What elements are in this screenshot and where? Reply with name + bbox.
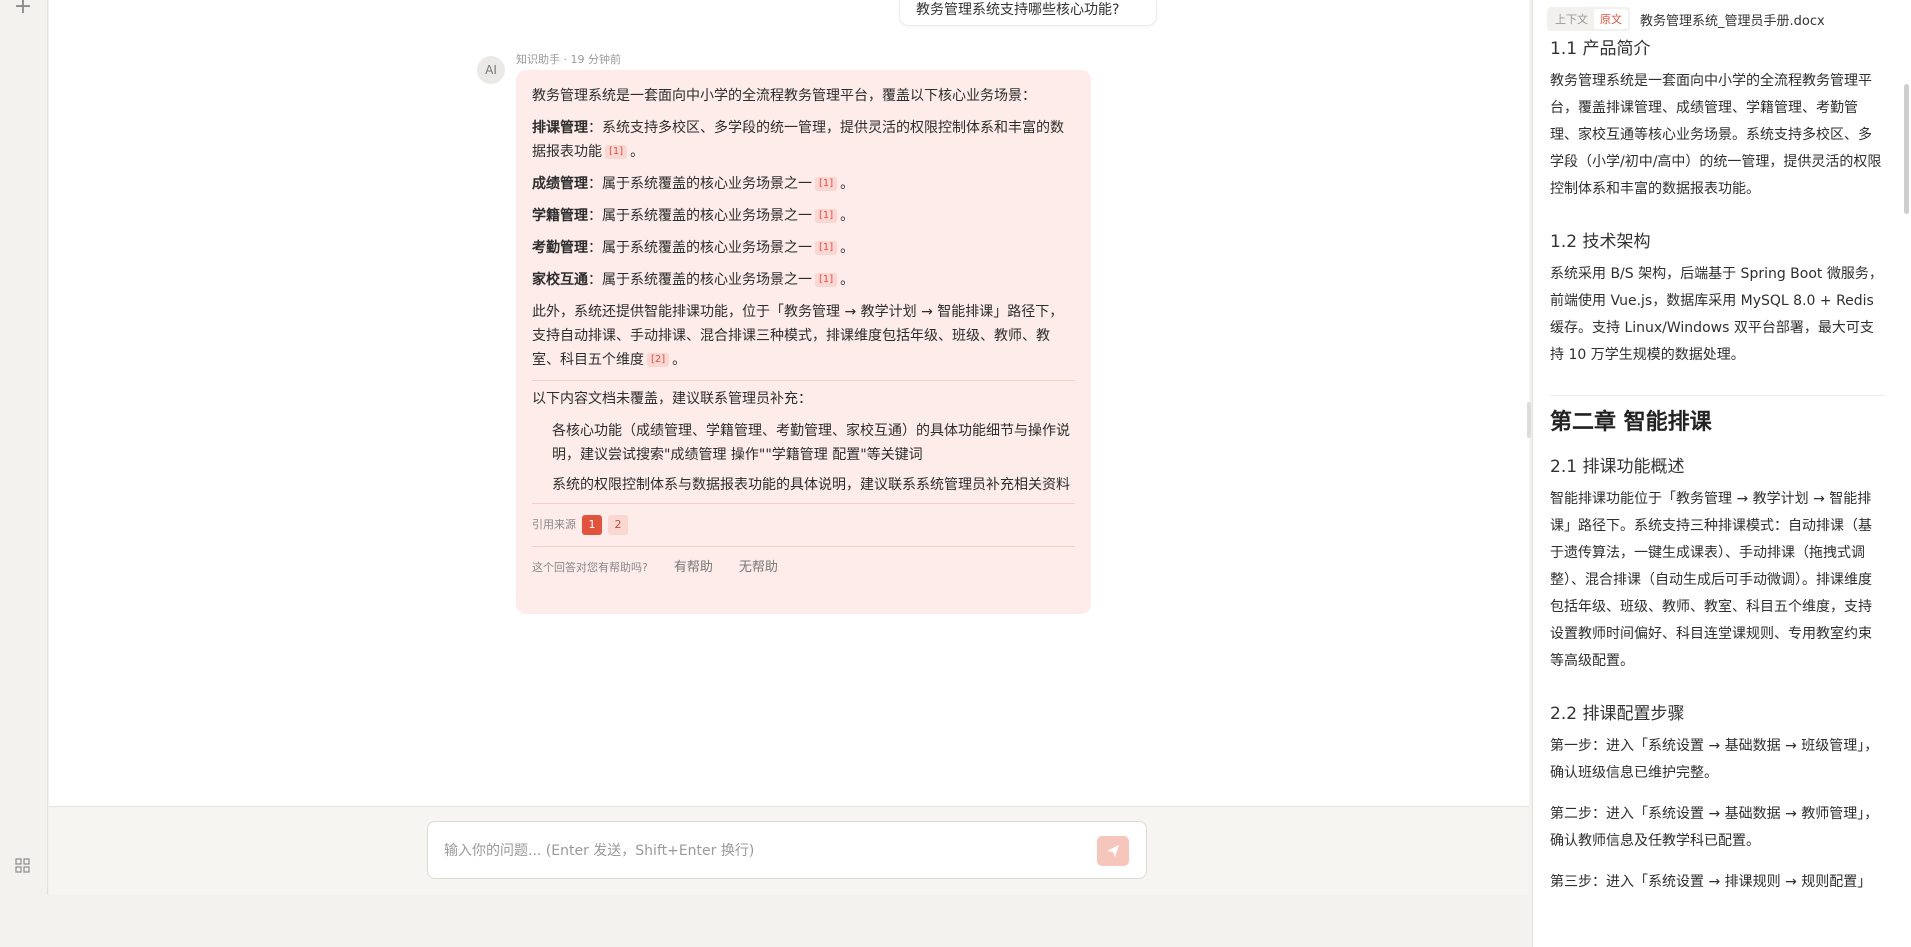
new-chat-plus-icon[interactable]: + [12, 0, 34, 18]
doc-header: 上下文 原文 教务管理系统_管理员手册.docx [1547, 6, 1825, 32]
section-text: 智能排课功能位于「教务管理 → 教学计划 → 智能排课」路径下。系统支持三种排课… [1550, 491, 1872, 669]
doc-content: 1.1 产品简介 教务管理系统是一套面向中小学的全流程教务管理平台，覆盖排课管理… [1550, 36, 1885, 910]
sources-label: 引用来源 [532, 518, 576, 531]
apps-grid-icon[interactable] [15, 858, 31, 874]
question-input-box [427, 821, 1147, 879]
answer-extra: 此外，系统还提供智能排课功能，位于「教务管理 → 教学计划 → 智能排课」路径下… [532, 304, 1064, 368]
divider [532, 380, 1075, 381]
doc-divider [1550, 395, 1885, 396]
question-input[interactable] [444, 840, 1084, 862]
left-rail: + [0, 0, 48, 895]
uncovered-title: 以下内容文档未覆盖，建议联系管理员补充： [532, 391, 812, 407]
user-message-bubble: 教务管理系统支持哪些核心功能? [899, 0, 1157, 26]
step-text: 第一步：进入「系统设置 → 基础数据 → 班级管理」，确认班级信息已维护完整。 [1550, 738, 1879, 781]
section-text: 系统采用 B/S 架构，后端基于 Spring Boot 微服务，前端使用 Vu… [1550, 266, 1883, 363]
chat-area: 教务管理系统支持哪些核心功能? AI 知识助手 · 19 分钟前 教务管理系统是… [49, 0, 1529, 806]
divider [532, 503, 1075, 504]
document-panel: 上下文 原文 教务管理系统_管理员手册.docx 1.1 产品简介 教务管理系统… [1532, 0, 1911, 947]
not-helpful-button[interactable]: 无帮助 [739, 556, 778, 580]
source-chip-2[interactable]: 2 [608, 515, 628, 535]
ai-avatar: AI [477, 56, 505, 84]
citation-link[interactable]: [1] [815, 177, 838, 191]
section-heading: 2.1 排课功能概述 [1550, 457, 1685, 477]
answer-item: 学籍管理：属于系统覆盖的核心业务场景之一 [1]。 [532, 208, 855, 224]
item-title: 家校互通 [532, 272, 588, 288]
uncovered-item: 各核心功能（成绩管理、学籍管理、考勤管理、家校互通）的具体功能细节与操作说明，建… [552, 423, 1070, 463]
item-title: 成绩管理 [532, 176, 588, 192]
sources-row: 引用来源 1 2 [532, 510, 1075, 540]
doc-scrollbar[interactable] [1904, 84, 1909, 214]
section-heading: 2.2 排课配置步骤 [1550, 704, 1685, 724]
citation-link[interactable]: [1] [815, 209, 838, 223]
uncovered-item: 系统的权限控制体系与数据报表功能的具体说明，建议联系系统管理员补充相关资料 [552, 477, 1070, 493]
answer-intro: 教务管理系统是一套面向中小学的全流程教务管理平台，覆盖以下核心业务场景： [532, 88, 1036, 104]
send-button[interactable] [1097, 836, 1129, 866]
send-icon [1107, 845, 1119, 857]
answer-item: 成绩管理：属于系统覆盖的核心业务场景之一 [1]。 [532, 176, 855, 192]
footer-strip [0, 895, 1532, 947]
section-text: 教务管理系统是一套面向中小学的全流程教务管理平台，覆盖排课管理、成绩管理、学籍管… [1550, 73, 1882, 197]
answer-item: 排课管理：系统支持多校区、多学段的统一管理，提供灵活的权限控制体系和丰富的数据报… [532, 120, 1064, 160]
input-bar [49, 806, 1529, 895]
item-title: 考勤管理 [532, 240, 588, 256]
item-title: 排课管理 [532, 120, 588, 136]
feedback-label: 这个回答对您有帮助吗? [532, 561, 648, 574]
citation-link[interactable]: [1] [815, 241, 838, 255]
answer-item: 家校互通：属于系统覆盖的核心业务场景之一 [1]。 [532, 272, 855, 288]
item-title: 学籍管理 [532, 208, 588, 224]
feedback-row: 这个回答对您有帮助吗? 有帮助 无帮助 [532, 553, 1075, 583]
source-chip-1[interactable]: 1 [582, 515, 602, 535]
step-text: 第三步：进入「系统设置 → 排课规则 → 规则配置」 [1550, 874, 1872, 890]
tab-context[interactable]: 上下文 [1549, 9, 1594, 29]
helpful-button[interactable]: 有帮助 [674, 556, 713, 580]
citation-link[interactable]: [1] [605, 145, 628, 159]
ai-message-meta: 知识助手 · 19 分钟前 [516, 53, 621, 66]
answer-item: 考勤管理：属于系统覆盖的核心业务场景之一 [1]。 [532, 240, 855, 256]
citation-link[interactable]: [2] [647, 353, 670, 367]
panel-resize-handle[interactable] [1527, 402, 1531, 438]
chapter-heading: 第二章 智能排课 [1550, 410, 1712, 435]
step-text: 第二步：进入「系统设置 → 基础数据 → 教师管理」，确认教师信息及任教学科已配… [1550, 806, 1879, 849]
section-heading: 1.1 产品简介 [1550, 39, 1651, 59]
doc-view-toggle: 上下文 原文 [1547, 7, 1630, 31]
tab-original[interactable]: 原文 [1594, 9, 1628, 29]
ai-answer-card: 教务管理系统是一套面向中小学的全流程教务管理平台，覆盖以下核心业务场景： 排课管… [516, 70, 1091, 614]
citation-link[interactable]: [1] [815, 273, 838, 287]
section-heading: 1.2 技术架构 [1550, 232, 1651, 252]
divider [532, 546, 1075, 547]
doc-filename: 教务管理系统_管理员手册.docx [1640, 13, 1825, 29]
